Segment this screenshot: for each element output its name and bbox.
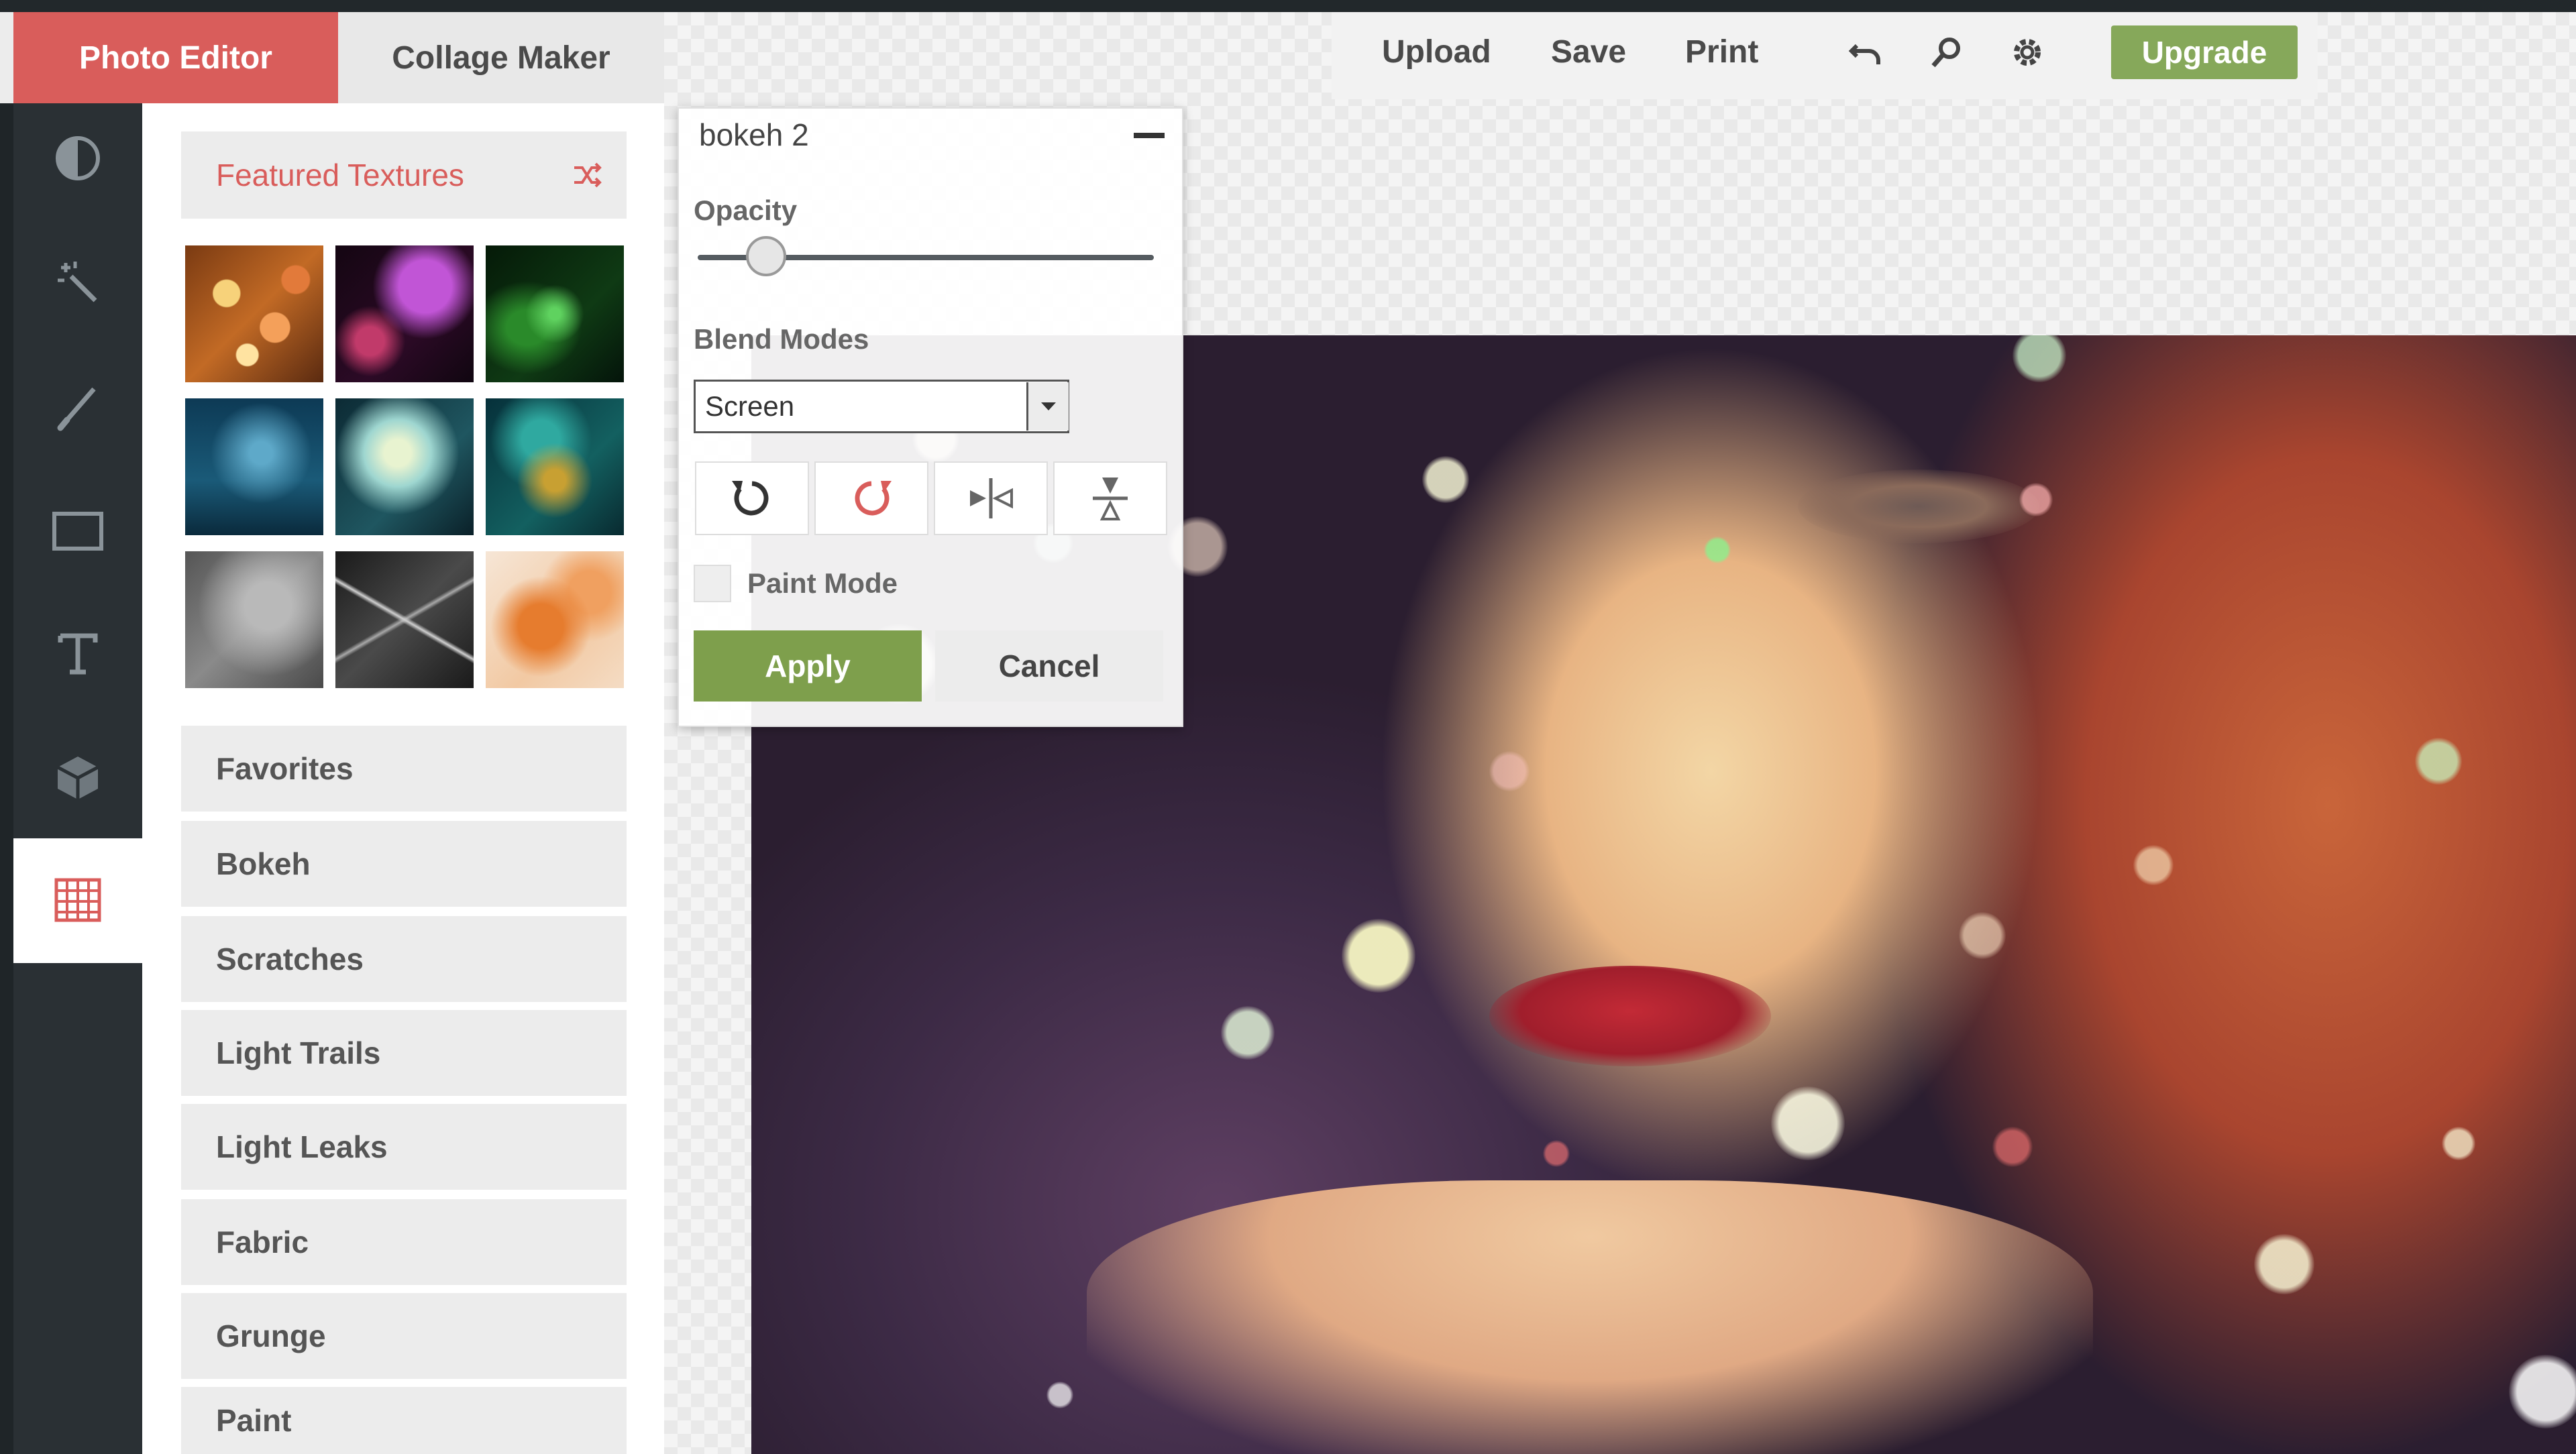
tab-collage-maker[interactable]: Collage Maker: [338, 12, 664, 103]
paint-mode-checkbox[interactable]: [694, 565, 731, 602]
minimize-icon[interactable]: [1134, 133, 1165, 138]
opacity-label: Opacity: [694, 194, 798, 226]
category-light-leaks[interactable]: Light Leaks: [181, 1104, 627, 1190]
texture-thumb[interactable]: [185, 245, 323, 382]
contrast-icon[interactable]: [13, 111, 142, 205]
upload-button[interactable]: Upload: [1382, 12, 1491, 91]
bokeh-dot: [2415, 738, 2462, 785]
bokeh-dot: [2019, 483, 2053, 516]
texture-thumb[interactable]: [335, 551, 474, 688]
texture-thumb[interactable]: [486, 398, 624, 535]
texture-thumb[interactable]: [185, 551, 323, 688]
tab-collage-maker-label: Collage Maker: [392, 40, 610, 76]
photo-lips: [1489, 966, 1771, 1066]
rotate-left-button[interactable]: [695, 461, 809, 535]
category-fabric[interactable]: Fabric: [181, 1199, 627, 1285]
print-button[interactable]: Print: [1685, 12, 1758, 91]
category-label: Scratches: [216, 942, 364, 976]
cube-icon[interactable]: [13, 731, 142, 825]
bokeh-dot: [2442, 1127, 2475, 1160]
flip-vertical-button[interactable]: [1053, 461, 1167, 535]
rotate-right-button[interactable]: [814, 461, 928, 535]
category-light-trails[interactable]: Light Trails: [181, 1010, 627, 1096]
apply-label: Apply: [765, 649, 851, 683]
bokeh-dot: [1543, 1140, 1570, 1167]
brush-icon[interactable]: [13, 361, 142, 455]
rotate-right-icon: [855, 481, 892, 516]
featured-textures-title: Featured Textures: [216, 158, 464, 192]
category-label: Light Leaks: [216, 1129, 388, 1164]
tab-photo-editor-label: Photo Editor: [79, 40, 272, 76]
category-scratches[interactable]: Scratches: [181, 916, 627, 1002]
bokeh-dot: [1959, 912, 2006, 959]
texture-thumb[interactable]: [335, 245, 474, 382]
category-label: Favorites: [216, 751, 354, 786]
photo-eye: [1798, 469, 2039, 543]
bokeh-dot: [1992, 1127, 2033, 1167]
shuffle-icon[interactable]: [570, 158, 604, 192]
category-label: Bokeh: [216, 846, 311, 881]
magic-wand-icon[interactable]: [13, 236, 142, 330]
category-label: Light Trails: [216, 1036, 381, 1070]
upgrade-button[interactable]: Upgrade: [2111, 25, 2298, 79]
bokeh-dot: [2133, 845, 2174, 885]
bokeh-dot: [2012, 335, 2066, 382]
blend-mode-select[interactable]: Screen: [694, 380, 1069, 433]
category-label: Fabric: [216, 1225, 309, 1260]
category-paint[interactable]: Paint: [181, 1387, 627, 1454]
dialog-title: bokeh 2: [699, 117, 809, 152]
category-favorites[interactable]: Favorites: [181, 726, 627, 812]
category-grunge[interactable]: Grunge: [181, 1293, 627, 1379]
paint-mode-label: Paint Mode: [747, 567, 898, 599]
save-button[interactable]: Save: [1551, 12, 1626, 91]
apply-button[interactable]: Apply: [694, 630, 922, 702]
texture-icon[interactable]: [13, 853, 142, 947]
flip-horizontal-icon: [970, 478, 1013, 518]
search-icon[interactable]: [1927, 32, 1967, 72]
window-top-strip: [0, 0, 2576, 12]
category-label: Grunge: [216, 1319, 326, 1353]
gear-icon[interactable]: [2007, 32, 2047, 72]
texture-thumb[interactable]: [185, 398, 323, 535]
save-label: Save: [1551, 34, 1627, 70]
tab-photo-editor[interactable]: Photo Editor: [13, 12, 338, 103]
bokeh-dot: [2509, 1355, 2576, 1429]
bokeh-dot: [1489, 751, 1529, 791]
blend-mode-value: Screen: [705, 390, 795, 422]
cancel-label: Cancel: [998, 649, 1100, 683]
dropdown-arrow-icon[interactable]: [1026, 382, 1069, 431]
category-label: Paint: [216, 1403, 292, 1438]
upload-label: Upload: [1382, 34, 1491, 70]
bokeh-dot: [1221, 1006, 1275, 1060]
undo-icon[interactable]: [1846, 32, 1886, 72]
flip-vertical-icon: [1093, 478, 1128, 520]
upgrade-label: Upgrade: [2141, 35, 2267, 70]
text-icon[interactable]: [13, 606, 142, 700]
opacity-slider-handle[interactable]: [746, 236, 786, 276]
bokeh-dot: [1771, 1086, 1845, 1160]
frame-icon[interactable]: [13, 484, 142, 578]
bokeh-dot: [1046, 1382, 1073, 1408]
blend-modes-label: Blend Modes: [694, 323, 869, 355]
rotate-left-icon: [732, 481, 769, 516]
category-bokeh[interactable]: Bokeh: [181, 821, 627, 907]
texture-thumb[interactable]: [486, 245, 624, 382]
bokeh-dot: [1422, 456, 1469, 503]
bokeh-dot: [1704, 537, 1731, 563]
flip-horizontal-button[interactable]: [934, 461, 1048, 535]
bokeh-dot: [1342, 919, 1415, 993]
print-label: Print: [1685, 34, 1759, 70]
photo-hand: [1087, 1180, 2093, 1454]
cancel-button[interactable]: Cancel: [935, 630, 1163, 702]
bokeh-dot: [2254, 1234, 2314, 1294]
texture-thumb[interactable]: [335, 398, 474, 535]
texture-thumb[interactable]: [486, 551, 624, 688]
